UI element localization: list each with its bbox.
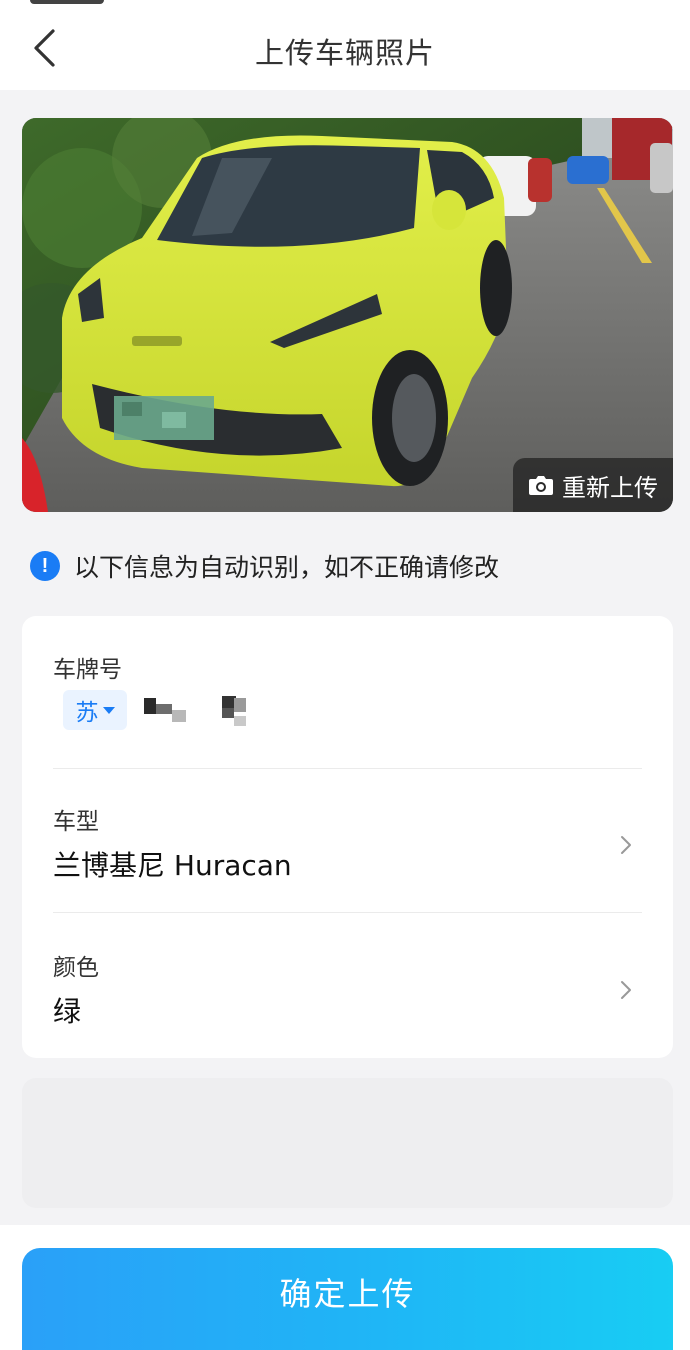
- caret-down-icon: [102, 706, 115, 714]
- plate-number-input[interactable]: [140, 690, 340, 730]
- auto-recognition-notice: ! 以下信息为自动识别，如不正确请修改: [30, 546, 499, 586]
- camera-icon: [529, 476, 553, 495]
- info-icon: !: [30, 551, 60, 581]
- confirm-upload-button[interactable]: 确定上传: [22, 1248, 673, 1350]
- pixelated-plate-char: [172, 710, 186, 722]
- page-title: 上传车辆照片: [254, 36, 435, 70]
- chevron-right-icon: [621, 836, 631, 854]
- chevron-right-icon: [621, 981, 631, 999]
- car-photo-image: [22, 118, 673, 512]
- car-color-value: 绿: [53, 995, 82, 1028]
- empty-card: [22, 1078, 673, 1208]
- bottom-action-bar: 确定上传: [0, 1225, 690, 1350]
- province-selector[interactable]: 苏: [63, 690, 127, 730]
- pixelated-plate-char: [222, 708, 234, 718]
- pixelated-plate-char: [144, 698, 156, 714]
- vehicle-photo: 重新上传: [22, 118, 673, 512]
- car-model-row[interactable]: [22, 769, 673, 911]
- province-value: 苏: [75, 700, 99, 726]
- vehicle-info-card: 车牌号 苏 车型 兰博基尼 Huracan 颜色 绿: [22, 616, 673, 1058]
- notice-text: 以下信息为自动识别，如不正确请修改: [74, 553, 500, 582]
- car-color-row[interactable]: [22, 913, 673, 1058]
- reupload-button[interactable]: 重新上传: [513, 458, 673, 512]
- top-bar: 上传车辆照片: [0, 0, 690, 90]
- pixelated-plate-char: [156, 704, 172, 714]
- reupload-label: 重新上传: [562, 473, 658, 502]
- plate-label: 车牌号: [53, 657, 122, 683]
- status-bar-fragment: [30, 0, 104, 4]
- car-model-label: 车型: [53, 809, 99, 835]
- car-color-label: 颜色: [53, 955, 99, 981]
- pixelated-plate-char: [234, 698, 246, 712]
- pixelated-plate-char: [234, 716, 246, 726]
- car-model-value: 兰博基尼 Huracan: [53, 849, 292, 882]
